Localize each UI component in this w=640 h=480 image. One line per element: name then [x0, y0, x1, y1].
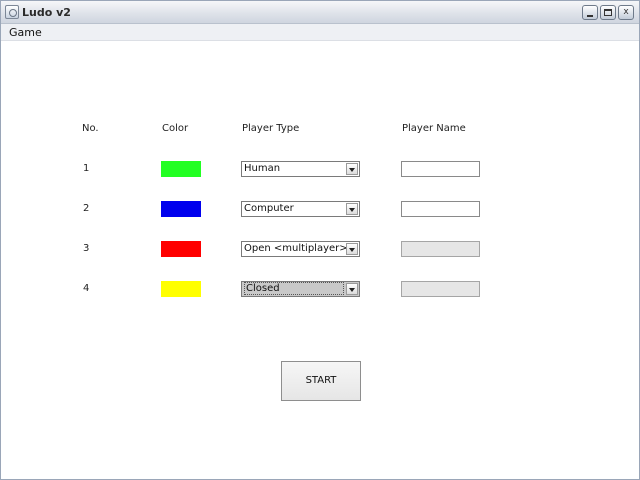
player-number: 3 — [83, 243, 90, 254]
player-color-swatch — [161, 241, 201, 257]
player-name-field[interactable] — [401, 201, 480, 217]
player-name-field[interactable] — [401, 161, 480, 177]
player-type-value: Open <multiplayer> — [244, 243, 348, 254]
minimize-icon — [587, 15, 593, 17]
header-color: Color — [162, 123, 189, 134]
maximize-icon — [604, 9, 612, 16]
player-type-dropdown[interactable]: Closed — [241, 281, 360, 297]
chevron-down-icon[interactable] — [346, 203, 358, 215]
header-player-name: Player Name — [402, 123, 466, 134]
player-number: 1 — [83, 163, 90, 174]
close-button[interactable]: x — [618, 5, 634, 20]
title-bar[interactable]: Ludo v2 x — [1, 1, 639, 24]
player-type-dropdown[interactable]: Open <multiplayer> — [241, 241, 360, 257]
chevron-down-icon[interactable] — [346, 283, 358, 295]
chevron-down-icon[interactable] — [346, 163, 358, 175]
start-button[interactable]: START — [281, 361, 361, 401]
setup-panel: No. Color Player Type Player Name 1 Huma… — [1, 42, 639, 479]
player-name-field[interactable] — [401, 281, 480, 297]
header-no: No. — [82, 123, 99, 134]
player-color-swatch — [161, 161, 201, 177]
player-type-dropdown[interactable]: Human — [241, 161, 360, 177]
chevron-down-icon[interactable] — [346, 243, 358, 255]
minimize-button[interactable] — [582, 5, 598, 20]
app-window: Ludo v2 x Game No. Color Player Type Pla… — [0, 0, 640, 480]
menu-bar: Game — [1, 24, 639, 41]
player-name-field[interactable] — [401, 241, 480, 257]
header-player-type: Player Type — [242, 123, 300, 134]
player-type-dropdown[interactable]: Computer — [241, 201, 360, 217]
window-title: Ludo v2 — [22, 6, 71, 19]
player-number: 2 — [83, 203, 90, 214]
player-type-value: Human — [244, 163, 281, 174]
close-icon: x — [623, 7, 629, 17]
menu-game[interactable]: Game — [9, 26, 42, 39]
player-type-value: Computer — [244, 203, 294, 214]
player-color-swatch — [161, 201, 201, 217]
app-icon[interactable] — [5, 5, 19, 19]
player-color-swatch — [161, 281, 201, 297]
player-number: 4 — [83, 283, 90, 294]
maximize-button[interactable] — [600, 5, 616, 20]
player-type-value: Closed — [244, 282, 344, 295]
